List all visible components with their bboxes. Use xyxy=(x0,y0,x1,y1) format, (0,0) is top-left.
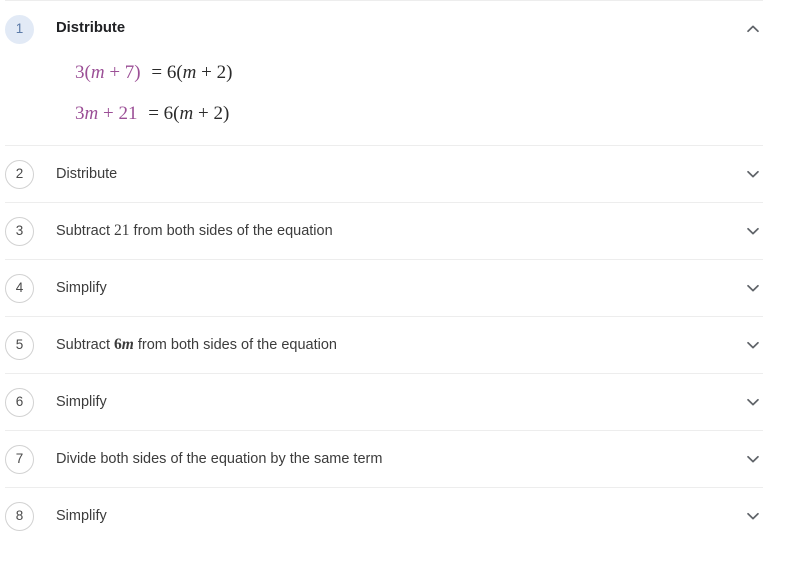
chevron-down-icon[interactable] xyxy=(743,278,763,298)
step-label-5: Subtract 6m from both sides of the equat… xyxy=(56,335,743,355)
step-item-5: 5 Subtract 6m from both sides of the equ… xyxy=(0,317,800,373)
step-number-badge-6: 6 xyxy=(5,387,34,417)
chevron-down-icon[interactable] xyxy=(743,506,763,526)
step-label-3-math: 21 xyxy=(114,221,130,239)
equation-steps-panel: 1 Distribute 3(m + 7) = 6(m + 2) 3m + 21… xyxy=(0,0,800,578)
step-label-5-pre: Subtract xyxy=(56,336,115,353)
chevron-up-icon[interactable] xyxy=(743,19,763,39)
step-header-2[interactable]: 2 Distribute xyxy=(0,146,800,202)
chevron-down-icon[interactable] xyxy=(743,449,763,469)
step-item-7: 7 Divide both sides of the equation by t… xyxy=(0,431,800,487)
equation-2-highlighted: 3m + 21 xyxy=(75,103,138,124)
step-label-5-math: 6m xyxy=(114,335,134,353)
step-label-1: Distribute xyxy=(56,20,126,37)
chevron-down-icon[interactable] xyxy=(743,221,763,241)
step-header-5[interactable]: 5 Subtract 6m from both sides of the equ… xyxy=(0,317,800,373)
step-header-8[interactable]: 8 Simplify xyxy=(0,488,800,544)
step-item-3: 3 Subtract 21 from both sides of the equ… xyxy=(0,203,800,259)
step-number-badge-2: 2 xyxy=(5,159,34,189)
step-label-3-post: from both sides of the equation xyxy=(129,222,333,239)
step-body-1: 3(m + 7) = 6(m + 2) 3m + 21 = 6(m + 2) xyxy=(0,57,800,145)
step-number-badge-7: 7 xyxy=(5,444,34,474)
equation-line-1: 3(m + 7) = 6(m + 2) xyxy=(0,57,800,104)
step-number-badge-1: 1 xyxy=(5,14,34,44)
chevron-down-icon[interactable] xyxy=(743,164,763,184)
chevron-down-icon[interactable] xyxy=(743,392,763,412)
step-header-6[interactable]: 6 Simplify xyxy=(0,374,800,430)
step-item-2: 2 Distribute xyxy=(0,146,800,202)
step-item-1: 1 Distribute 3(m + 7) = 6(m + 2) 3m + 21… xyxy=(0,1,800,145)
step-label-6: Simplify xyxy=(56,393,107,410)
step-label-5-post: from both sides of the equation xyxy=(133,336,337,353)
step-label-3-pre: Subtract xyxy=(56,222,115,239)
step-item-8: 8 Simplify xyxy=(0,488,800,544)
equation-2-rest: = 6(m + 2) xyxy=(148,103,230,124)
step-number-badge-8: 8 xyxy=(5,501,34,531)
step-label-7: Divide both sides of the equation by the… xyxy=(56,450,383,467)
step-header-4[interactable]: 4 Simplify xyxy=(0,260,800,316)
equation-1-highlighted: 3(m + 7) xyxy=(75,62,141,83)
equation-1-rest: = 6(m + 2) xyxy=(151,62,233,83)
step-item-6: 6 Simplify xyxy=(0,374,800,430)
step-header-3[interactable]: 3 Subtract 21 from both sides of the equ… xyxy=(0,203,800,259)
step-number-badge-5: 5 xyxy=(5,330,34,360)
equation-line-2: 3m + 21 = 6(m + 2) xyxy=(0,104,800,123)
step-number-badge-3: 3 xyxy=(5,216,34,246)
step-header-7[interactable]: 7 Divide both sides of the equation by t… xyxy=(0,431,800,487)
step-label-8: Simplify xyxy=(56,507,107,524)
step-label-3: Subtract 21 from both sides of the equat… xyxy=(56,221,743,241)
step-item-4: 4 Simplify xyxy=(0,260,800,316)
chevron-down-icon[interactable] xyxy=(743,335,763,355)
step-header-1[interactable]: 1 Distribute xyxy=(0,1,800,57)
step-label-4: Simplify xyxy=(56,279,107,296)
step-number-badge-4: 4 xyxy=(5,273,34,303)
step-label-2: Distribute xyxy=(56,165,118,182)
